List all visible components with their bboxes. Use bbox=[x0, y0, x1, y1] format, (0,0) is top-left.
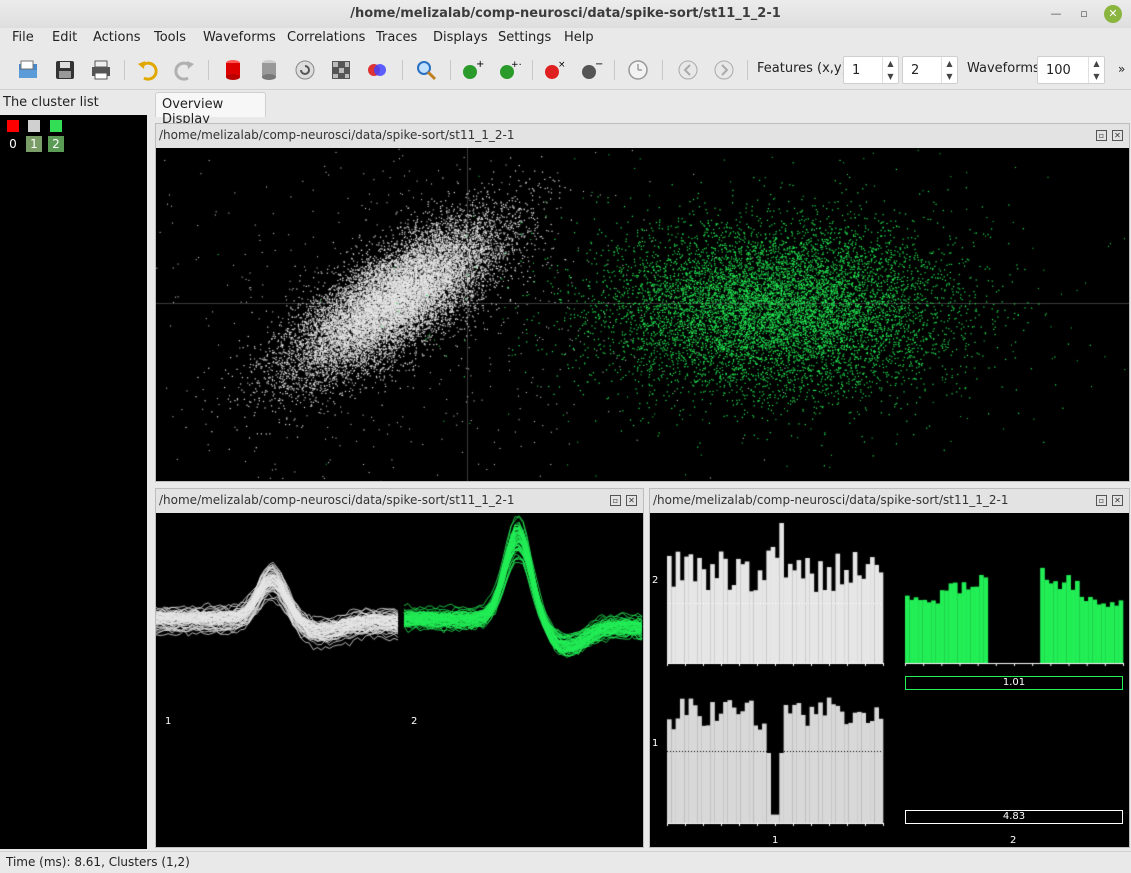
clock-icon[interactable] bbox=[626, 58, 650, 82]
ratio-box-top: 1.01 bbox=[905, 676, 1123, 690]
correlogram-x-label-1: 1 bbox=[772, 835, 779, 846]
title-bar: /home/melizalab/comp-neurosci/data/spike… bbox=[0, 0, 1131, 28]
feature-x-value: 1 bbox=[852, 63, 861, 78]
chevron-down-icon[interactable]: ▼ bbox=[883, 70, 898, 83]
cluster-list: 0 1 2 bbox=[0, 115, 147, 849]
correlogram-plot[interactable]: 2 1 1 2 1.01 4.83 bbox=[650, 513, 1129, 847]
menu-correlations[interactable]: Correlations bbox=[287, 30, 365, 45]
cluster-list-title: The cluster list bbox=[3, 95, 99, 110]
menu-traces[interactable]: Traces bbox=[376, 30, 417, 45]
cluster-id-2[interactable]: 2 bbox=[48, 136, 64, 152]
status-bar: Time (ms): 8.61, Clusters (1,2) bbox=[0, 851, 1131, 873]
status-text: Time (ms): 8.61, Clusters (1,2) bbox=[6, 855, 190, 869]
correlogram-view: /home/melizalab/comp-neurosci/data/spike… bbox=[649, 488, 1130, 848]
close-icon[interactable]: ✕ bbox=[1104, 5, 1122, 23]
cluster-color-2[interactable] bbox=[50, 120, 62, 132]
waveform-plot[interactable]: 1 2 bbox=[156, 513, 643, 847]
cluster-list-header: The cluster list bbox=[0, 92, 150, 114]
chevron-up-icon[interactable]: ▲ bbox=[942, 57, 957, 70]
refresh-icon[interactable] bbox=[293, 58, 317, 82]
menu-help[interactable]: Help bbox=[564, 30, 594, 45]
toolbar-extension-icon[interactable]: » bbox=[1118, 62, 1125, 76]
back-arrow-icon[interactable] bbox=[676, 58, 700, 82]
menu-waveforms[interactable]: Waveforms bbox=[203, 30, 276, 45]
waveform-view-title: /home/melizalab/comp-neurosci/data/spike… bbox=[159, 493, 515, 507]
cluster-color-0[interactable] bbox=[7, 120, 19, 132]
close-icon[interactable]: ✕ bbox=[1112, 130, 1123, 141]
menu-file[interactable]: File bbox=[12, 30, 34, 45]
window-title: /home/melizalab/comp-neurosci/data/spike… bbox=[350, 6, 781, 21]
ratio-box-bottom: 4.83 bbox=[905, 810, 1123, 824]
feature-scatter-canvas[interactable] bbox=[156, 148, 1129, 481]
menu-settings[interactable]: Settings bbox=[498, 30, 551, 45]
feature-view-title: /home/melizalab/comp-neurosci/data/spike… bbox=[159, 128, 515, 142]
delete-cluster-icon[interactable]: × bbox=[542, 58, 566, 82]
svg-text:×: × bbox=[558, 60, 566, 70]
svg-text:+: + bbox=[476, 59, 484, 70]
add-multiple-clusters-icon[interactable]: ++ bbox=[497, 58, 521, 82]
minimize-icon[interactable]: — bbox=[1048, 6, 1064, 22]
correlogram-view-header: /home/melizalab/comp-neurosci/data/spike… bbox=[650, 489, 1129, 513]
svg-text:++: ++ bbox=[511, 60, 521, 70]
merge-clusters-icon[interactable] bbox=[365, 58, 389, 82]
save-icon[interactable] bbox=[53, 58, 77, 82]
waveforms-count-spinbox[interactable]: 100 ▲ ▼ bbox=[1037, 56, 1105, 84]
chevron-up-icon[interactable]: ▲ bbox=[883, 57, 898, 70]
menu-bar: File Edit Actions Tools Waveforms Correl… bbox=[0, 28, 1131, 50]
correlogram-view-title: /home/melizalab/comp-neurosci/data/spike… bbox=[653, 493, 1009, 507]
close-icon[interactable]: ✕ bbox=[1112, 495, 1123, 506]
tab-overview-display[interactable]: Overview Display bbox=[155, 92, 266, 127]
waveform-canvas[interactable] bbox=[156, 513, 643, 847]
database-grey-icon[interactable] bbox=[257, 58, 281, 82]
feature-x-spinbox[interactable]: 1 ▲ ▼ bbox=[843, 56, 899, 84]
cluster-id-0[interactable]: 0 bbox=[5, 136, 21, 152]
correlogram-x-label-2: 2 bbox=[1010, 835, 1017, 846]
feature-y-value: 2 bbox=[911, 63, 920, 78]
menu-actions[interactable]: Actions bbox=[93, 30, 141, 45]
print-icon[interactable] bbox=[89, 58, 113, 82]
waveforms-label: Waveforms bbox=[967, 61, 1040, 76]
waveform-view-header: /home/melizalab/comp-neurosci/data/spike… bbox=[156, 489, 643, 513]
redo-icon[interactable] bbox=[172, 58, 196, 82]
waveform-label-1: 1 bbox=[165, 716, 172, 727]
menu-tools[interactable]: Tools bbox=[154, 30, 186, 45]
feature-view: /home/melizalab/comp-neurosci/data/spike… bbox=[155, 123, 1130, 482]
undo-icon[interactable] bbox=[136, 58, 160, 82]
open-icon[interactable] bbox=[16, 58, 40, 82]
menu-displays[interactable]: Displays bbox=[433, 30, 488, 45]
cluster-id-1[interactable]: 1 bbox=[26, 136, 42, 152]
restore-icon[interactable]: ▫ bbox=[1096, 495, 1107, 506]
feature-view-header: /home/melizalab/comp-neurosci/data/spike… bbox=[156, 124, 1129, 148]
database-red-icon[interactable] bbox=[221, 58, 245, 82]
waveforms-count-value: 100 bbox=[1046, 63, 1071, 78]
chevron-up-icon[interactable]: ▲ bbox=[1089, 57, 1104, 70]
feature-y-spinbox[interactable]: 2 ▲ ▼ bbox=[902, 56, 958, 84]
svg-text:−: − bbox=[595, 59, 603, 70]
grid-icon[interactable] bbox=[329, 58, 353, 82]
chevron-down-icon[interactable]: ▼ bbox=[942, 70, 957, 83]
waveform-label-2: 2 bbox=[411, 716, 418, 727]
cluster-color-1[interactable] bbox=[28, 120, 40, 132]
add-cluster-icon[interactable]: + bbox=[460, 58, 484, 82]
waveform-view: /home/melizalab/comp-neurosci/data/spike… bbox=[155, 488, 644, 848]
forward-arrow-icon[interactable] bbox=[712, 58, 736, 82]
maximize-icon[interactable]: ▫ bbox=[1076, 6, 1092, 22]
correlogram-y-label-1: 1 bbox=[652, 738, 659, 749]
zoom-icon[interactable] bbox=[414, 58, 438, 82]
menu-edit[interactable]: Edit bbox=[52, 30, 77, 45]
chevron-down-icon[interactable]: ▼ bbox=[1089, 70, 1104, 83]
feature-scatter-plot[interactable] bbox=[156, 148, 1129, 481]
remove-cluster-icon[interactable]: − bbox=[579, 58, 603, 82]
restore-icon[interactable]: ▫ bbox=[1096, 130, 1107, 141]
features-label: Features (x,y) bbox=[757, 61, 847, 76]
correlogram-y-label-2: 2 bbox=[652, 575, 659, 586]
application-window: /home/melizalab/comp-neurosci/data/spike… bbox=[0, 0, 1131, 873]
close-icon[interactable]: ✕ bbox=[626, 495, 637, 506]
toolbar: + ++ × − Features (x,y) 1 ▲▼ 2 ▲▼ Wavefo… bbox=[0, 50, 1131, 90]
restore-icon[interactable]: ▫ bbox=[610, 495, 621, 506]
